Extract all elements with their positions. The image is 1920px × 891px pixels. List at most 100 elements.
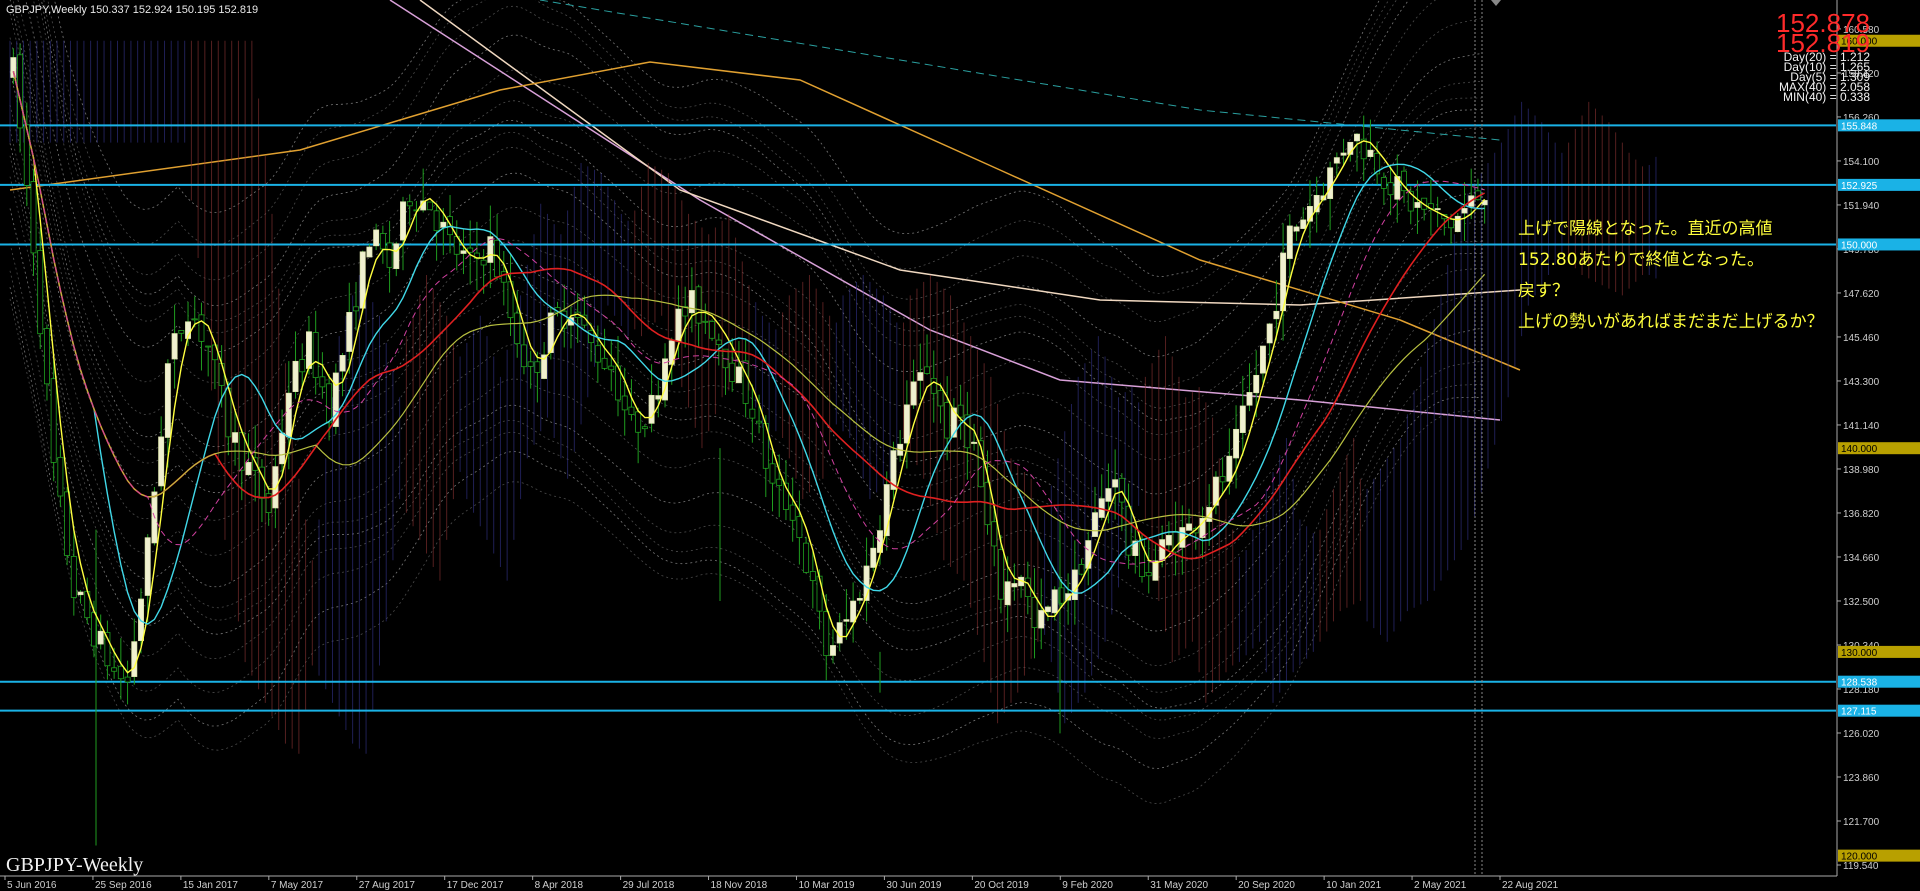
candle-body xyxy=(756,420,763,424)
candle-body xyxy=(1159,539,1166,561)
candle-body xyxy=(393,243,400,270)
candle-body xyxy=(218,363,225,386)
envelope-band-line xyxy=(9,37,1482,552)
date-tick-label: 7 May 2017 xyxy=(271,880,324,891)
price-tag-label: 155.848 xyxy=(1841,121,1878,132)
candle-body xyxy=(70,555,77,598)
candle-body xyxy=(816,575,823,612)
candle-body xyxy=(1354,133,1360,142)
candle-body xyxy=(776,478,783,486)
candle-body xyxy=(621,395,628,411)
candle-body xyxy=(158,436,165,487)
price-tick-label: 147.620 xyxy=(1843,289,1880,300)
date-tick-label: 25 Sep 2016 xyxy=(95,880,152,891)
candle-body xyxy=(77,591,84,596)
candle-body xyxy=(1233,428,1240,459)
price-tag-label: 150.000 xyxy=(1841,240,1878,251)
price-tick-label: 154.100 xyxy=(1843,157,1880,168)
candle-body xyxy=(131,641,138,677)
date-tick-label: 17 Dec 2017 xyxy=(447,880,504,891)
candle-body xyxy=(1380,177,1387,189)
date-tick-label: 15 Jan 2017 xyxy=(183,880,238,891)
date-tick-label: 2 May 2021 xyxy=(1414,880,1467,891)
candle-body xyxy=(917,372,924,381)
candle-body xyxy=(1045,606,1051,613)
candle-body xyxy=(924,366,930,374)
candle-body xyxy=(527,361,534,367)
candle-body xyxy=(272,466,279,509)
price-tick-label: 123.860 xyxy=(1843,773,1880,784)
candle-body xyxy=(500,271,507,283)
price-tick-label: 126.020 xyxy=(1843,729,1880,740)
candle-body xyxy=(178,330,185,334)
candle-body xyxy=(655,395,662,400)
candle-body xyxy=(1333,157,1340,164)
chart-annotation[interactable]: 上げで陽線となった。直近の高値 152.80あたりで終値となった。 戻す？ 上げ… xyxy=(1518,214,1824,338)
candle-body xyxy=(205,345,212,348)
candle-body xyxy=(823,611,830,657)
candle-body xyxy=(460,250,467,254)
candle-body xyxy=(688,290,695,314)
candle-body xyxy=(400,201,406,241)
candle-body xyxy=(1078,564,1085,575)
candle-body xyxy=(803,542,810,573)
candle-body xyxy=(366,246,373,258)
envelope-band-line xyxy=(9,13,1482,528)
candle-body xyxy=(1118,477,1125,503)
candle-body xyxy=(1038,610,1045,629)
candle-body xyxy=(843,619,850,622)
candle-body xyxy=(1152,560,1159,581)
candle-body xyxy=(789,504,796,521)
candle-body xyxy=(440,221,447,228)
candle-body xyxy=(520,344,527,368)
candlesticks xyxy=(10,44,1488,846)
candle-body xyxy=(1293,226,1300,232)
annotation-line-4: 上げの勢いがあればまだまだ上げるか？ xyxy=(1518,312,1824,332)
candle-body xyxy=(57,456,64,497)
candle-body xyxy=(1219,476,1226,483)
envelope-band-line xyxy=(43,0,1397,323)
envelope-band-line xyxy=(54,0,1380,277)
date-tick-label: 22 Aug 2021 xyxy=(1502,880,1559,891)
date-tick-label: 31 May 2020 xyxy=(1150,880,1208,891)
candle-body xyxy=(1327,167,1334,199)
candle-body xyxy=(198,314,205,342)
candle-body xyxy=(117,665,124,680)
candle-body xyxy=(1340,152,1347,156)
candle-body xyxy=(373,229,380,247)
annotation-line-1: 上げで陽線となった。直近の高値 xyxy=(1518,219,1773,239)
price-tag-label: 152.925 xyxy=(1841,181,1878,192)
candle-body xyxy=(514,312,521,345)
candle-body xyxy=(1300,219,1307,229)
candle-body xyxy=(319,376,326,388)
candle-body xyxy=(37,250,44,335)
candle-body xyxy=(30,181,37,254)
date-tick-label: 30 Jun 2019 xyxy=(886,880,941,891)
price-chart[interactable]: 160.580158.420156.260154.100151.940149.7… xyxy=(0,0,1920,891)
candle-body xyxy=(285,392,292,438)
candle-body xyxy=(1454,215,1461,233)
candle-body xyxy=(1031,597,1038,628)
date-axis: 5 Jun 2016 25 Sep 2016 15 Jan 2017 7 May 20… xyxy=(4,876,1559,891)
candle-body xyxy=(709,321,716,339)
candle-body xyxy=(447,216,453,236)
chart-window[interactable]: 160.580158.420156.260154.100151.940149.7… xyxy=(0,0,1920,891)
candle-body xyxy=(50,378,57,463)
date-tick-label: 18 Nov 2018 xyxy=(711,880,768,891)
candle-body xyxy=(426,201,433,211)
candle-body xyxy=(749,408,756,419)
candle-body xyxy=(111,667,118,672)
candle-body xyxy=(1273,310,1280,320)
candle-body xyxy=(339,355,346,372)
candle-body xyxy=(1259,345,1266,374)
price-tag-label: 128.538 xyxy=(1841,678,1878,689)
candle-body xyxy=(279,432,286,465)
candle-body xyxy=(648,394,655,424)
candle-body xyxy=(487,236,494,263)
price-tag-label: 120.000 xyxy=(1841,852,1878,863)
candle-body xyxy=(796,516,803,538)
candle-body xyxy=(164,363,171,438)
candle-body xyxy=(601,357,608,369)
candle-body xyxy=(1448,218,1455,229)
candle-body xyxy=(608,365,615,371)
